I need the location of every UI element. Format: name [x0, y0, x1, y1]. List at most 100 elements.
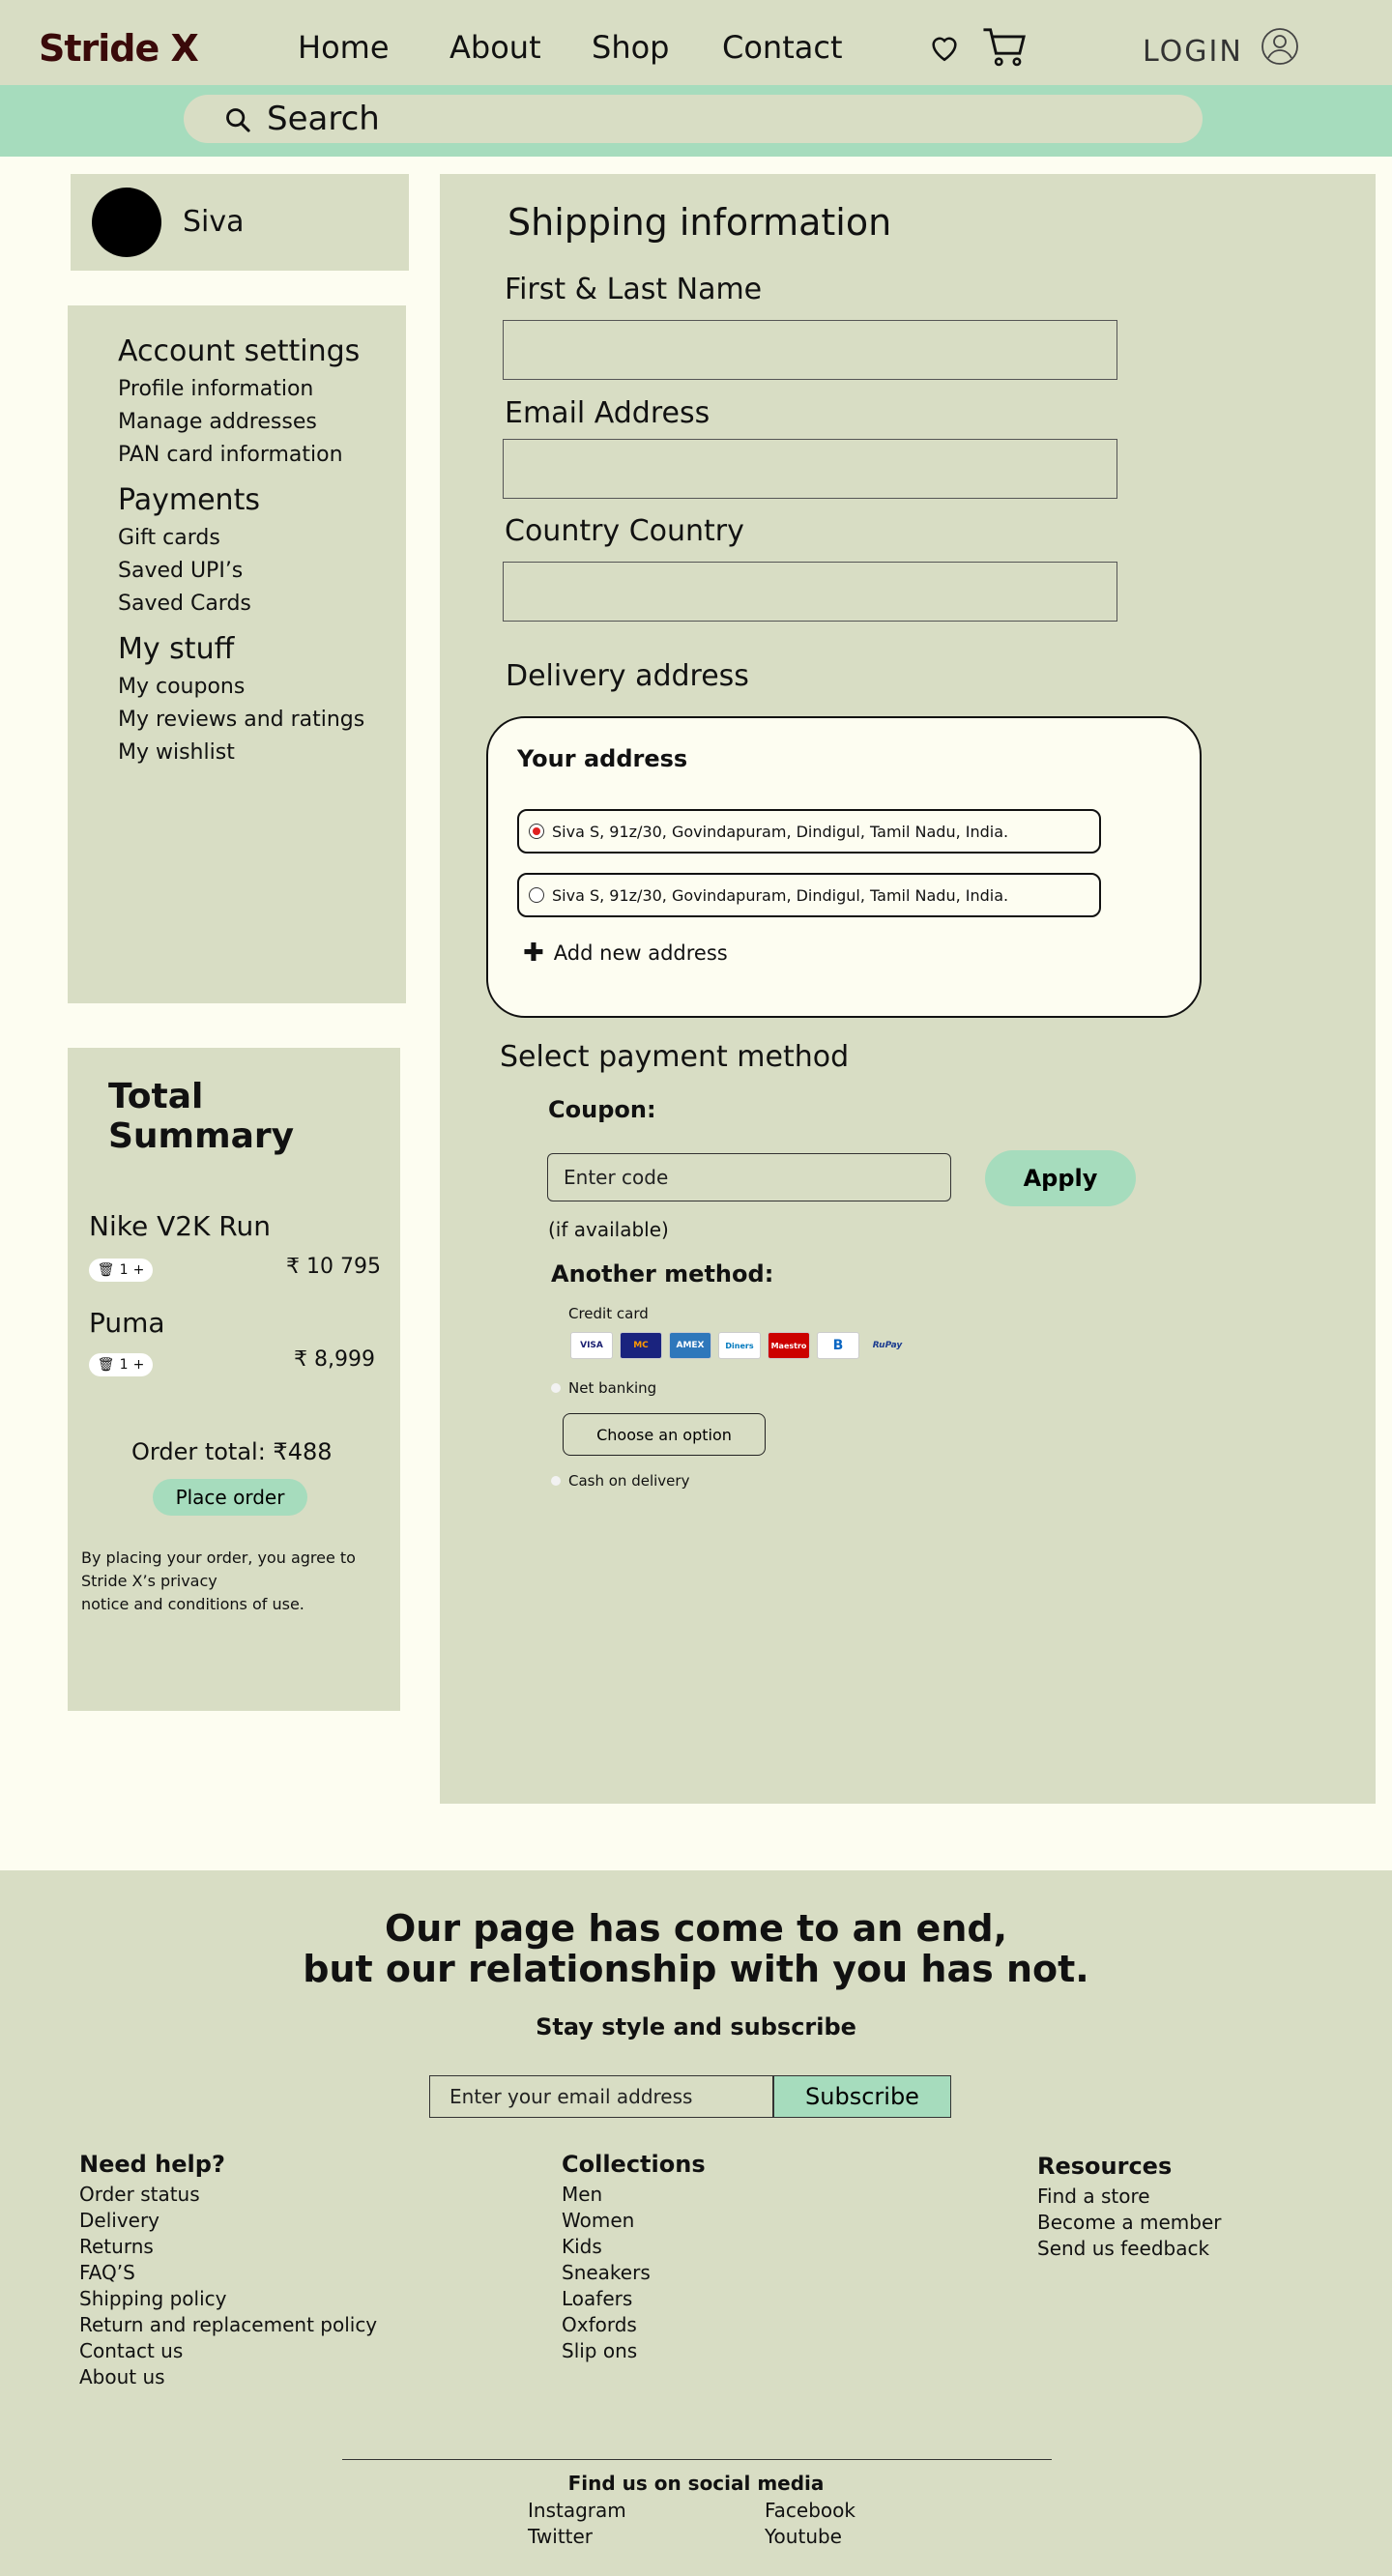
email-field[interactable] [503, 439, 1117, 499]
footer-link[interactable]: Send us feedback [1037, 2236, 1222, 2262]
maestro-icon[interactable]: Maestro [768, 1332, 810, 1359]
radio-checked-icon[interactable] [529, 824, 544, 839]
choose-bank-dropdown[interactable]: Choose an option [563, 1413, 766, 1456]
quantity-stepper: 🗑 1 + [89, 1353, 153, 1376]
cart-icon[interactable] [982, 25, 1027, 68]
add-address-button[interactable]: ✚ Add new address [523, 939, 728, 968]
subscribe-button[interactable]: Subscribe [773, 2075, 951, 2118]
footer-link[interactable]: Oxfords [562, 2312, 706, 2338]
radio-icon[interactable] [551, 1476, 561, 1486]
plus-icon[interactable]: + [133, 1262, 145, 1278]
footer-link[interactable]: Order status [79, 2182, 377, 2208]
menu-item-my-coupons[interactable]: My coupons [118, 675, 245, 699]
menu-item-saved-upi[interactable]: Saved UPI’s [118, 559, 243, 583]
footer-link[interactable]: Become a member [1037, 2210, 1222, 2236]
bank-card-icon[interactable]: B [817, 1332, 859, 1359]
product-name: Puma [89, 1307, 165, 1339]
footer-link[interactable]: Shipping policy [79, 2286, 377, 2312]
product-price: ₹ 8,999 [294, 1347, 375, 1372]
trash-icon[interactable]: 🗑 [98, 1262, 115, 1278]
footer-link[interactable]: Contact us [79, 2338, 377, 2364]
social-link-twitter[interactable]: Twitter [528, 2525, 593, 2548]
footer-col-title: Resources [1037, 2153, 1173, 2180]
footer-link[interactable]: Loafers [562, 2286, 706, 2312]
address-title: Your address [517, 745, 688, 772]
place-order-button[interactable]: Place order [153, 1479, 307, 1516]
footer-link[interactable]: Sneakers [562, 2260, 706, 2286]
name-label: First & Last Name [505, 273, 763, 306]
menu-item-profile-information[interactable]: Profile information [118, 377, 313, 401]
avatar[interactable] [92, 188, 161, 257]
trash-icon[interactable]: 🗑 [98, 1357, 115, 1373]
search-input[interactable] [267, 99, 1137, 139]
name-field[interactable] [503, 320, 1117, 380]
quantity-stepper: 🗑 1 + [89, 1259, 153, 1282]
nav-about[interactable]: About [450, 29, 541, 66]
plus-icon[interactable]: + [133, 1357, 145, 1373]
social-link-instagram[interactable]: Instagram [528, 2499, 626, 2522]
delivery-address-label: Delivery address [506, 659, 749, 693]
terms-line[interactable]: Stride X’s privacy [81, 1570, 371, 1593]
footer-link[interactable]: Women [562, 2208, 706, 2234]
footer-link[interactable]: Kids [562, 2234, 706, 2260]
footer-link[interactable]: Return and replacement policy [79, 2312, 377, 2338]
country-field[interactable] [503, 562, 1117, 622]
coupon-label: Coupon: [548, 1096, 656, 1123]
radio-icon[interactable] [529, 887, 544, 903]
footer-link[interactable]: FAQ’S [79, 2260, 377, 2286]
search-icon[interactable] [224, 106, 251, 133]
coupon-input[interactable] [547, 1153, 951, 1201]
cod-option[interactable]: Cash on delivery [551, 1472, 689, 1490]
footer-col-resources: Resources Find a store Become a member S… [1037, 2153, 1222, 2262]
menu-heading-my-stuff: My stuff [118, 632, 235, 666]
page-title: Shipping information [508, 201, 892, 244]
terms-line[interactable]: notice and conditions of use. [81, 1593, 371, 1616]
brand-logo[interactable]: Stride X [39, 27, 199, 70]
visa-icon[interactable]: VISA [570, 1332, 613, 1359]
menu-item-manage-addresses[interactable]: Manage addresses [118, 410, 317, 434]
footer-col-title: Collections [562, 2151, 706, 2178]
rupay-icon[interactable]: RuPay [866, 1332, 909, 1359]
email-label: Email Address [505, 396, 710, 430]
menu-item-saved-cards[interactable]: Saved Cards [118, 592, 251, 616]
amex-icon[interactable]: AMEX [669, 1332, 711, 1359]
summary-title: Total Summary [108, 1077, 295, 1156]
net-banking-label: Net banking [568, 1379, 657, 1397]
nav-contact[interactable]: Contact [722, 29, 843, 66]
address-option-selected[interactable]: Siva S, 91z/30, Govindapuram, Dindigul, … [517, 809, 1101, 854]
menu-item-gift-cards[interactable]: Gift cards [118, 526, 220, 550]
search-field [184, 95, 1203, 143]
social-title: Find us on social media [567, 2472, 825, 2495]
footer-link[interactable]: Men [562, 2182, 706, 2208]
footer-link[interactable]: Find a store [1037, 2184, 1222, 2210]
footer-link[interactable]: Slip ons [562, 2338, 706, 2364]
address-option[interactable]: Siva S, 91z/30, Govindapuram, Dindigul, … [517, 873, 1101, 917]
menu-item-my-wishlist[interactable]: My wishlist [118, 740, 235, 765]
country-label: Country Country [505, 514, 744, 548]
menu-heading-payments: Payments [118, 483, 260, 517]
apply-coupon-button[interactable]: Apply [985, 1150, 1136, 1206]
diners-icon[interactable]: Diners [718, 1332, 761, 1359]
cod-label: Cash on delivery [568, 1472, 690, 1490]
menu-item-my-reviews[interactable]: My reviews and ratings [118, 708, 364, 732]
newsletter-email-input[interactable] [429, 2075, 773, 2118]
net-banking-option[interactable]: Net banking [551, 1379, 656, 1397]
heart-icon[interactable] [928, 31, 961, 64]
footer-link[interactable]: Returns [79, 2234, 377, 2260]
footer-link[interactable]: Delivery [79, 2208, 377, 2234]
search-bar [0, 85, 1392, 157]
social-link-youtube[interactable]: Youtube [765, 2525, 842, 2548]
product-price: ₹ 10 795 [286, 1255, 381, 1279]
address-box: Your address Siva S, 91z/30, Govindapura… [486, 716, 1202, 1018]
footer-subtitle: Stay style and subscribe [536, 2013, 856, 2041]
mastercard-icon[interactable]: MC [620, 1332, 662, 1359]
radio-icon[interactable] [551, 1383, 561, 1393]
credit-card-label[interactable]: Credit card [568, 1305, 649, 1322]
login-link[interactable]: LOGIN [1143, 35, 1243, 69]
menu-item-pan-card[interactable]: PAN card information [118, 443, 343, 467]
social-link-facebook[interactable]: Facebook [765, 2499, 856, 2522]
footer-link[interactable]: About us [79, 2364, 377, 2390]
nav-shop[interactable]: Shop [592, 29, 669, 66]
nav-home[interactable]: Home [298, 29, 390, 66]
user-account-icon[interactable] [1261, 27, 1299, 66]
